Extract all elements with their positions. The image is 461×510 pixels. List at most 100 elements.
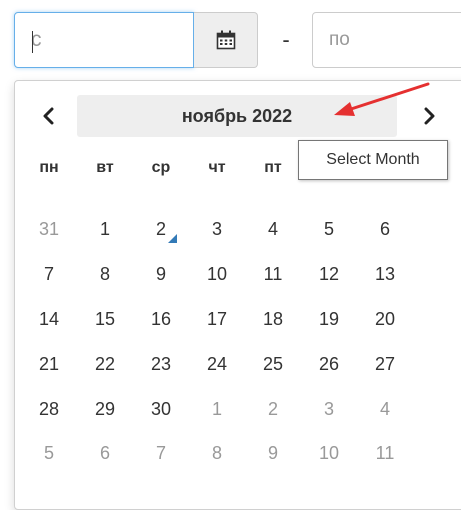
calendar-day[interactable]: 3 xyxy=(305,389,353,429)
calendar-day-label: 29 xyxy=(94,398,116,419)
calendar-day[interactable]: 4 xyxy=(361,389,409,429)
weekday-header: чт xyxy=(208,159,226,176)
calendar-day[interactable]: 18 xyxy=(249,299,297,339)
calendar-day[interactable]: 29 xyxy=(81,389,129,429)
calendar-day[interactable]: 10 xyxy=(305,433,353,473)
calendar-day[interactable]: 16 xyxy=(137,299,185,339)
weekday-header: ср xyxy=(151,159,171,176)
calendar-day[interactable]: 9 xyxy=(137,254,185,294)
calendar-day-label: 1 xyxy=(211,398,222,419)
calendar-day-label: 4 xyxy=(379,398,390,419)
calendar-day-label: 10 xyxy=(206,263,228,284)
calendar-day-label: 4 xyxy=(267,218,278,239)
calendar-day[interactable]: 26 xyxy=(305,344,353,384)
date-to-input[interactable] xyxy=(313,13,461,67)
calendar-day[interactable]: 25 xyxy=(249,344,297,384)
range-separator: - xyxy=(282,27,290,52)
calendar-day[interactable]: 6 xyxy=(81,433,129,473)
calendar-day-label: 19 xyxy=(318,308,340,329)
weekday-header: вт xyxy=(96,159,114,176)
calendar-day[interactable]: 21 xyxy=(25,344,73,384)
calendar-day-label: 5 xyxy=(43,442,54,463)
calendar-day[interactable]: 31 xyxy=(25,209,73,249)
calendar-day-label: 10 xyxy=(318,442,340,463)
calendar-day[interactable]: 13 xyxy=(361,254,409,294)
calendar-day-label: 28 xyxy=(38,398,60,419)
calendar-day[interactable]: 1 xyxy=(81,209,129,249)
calendar-day[interactable]: 23 xyxy=(137,344,185,384)
calendar-day[interactable]: 15 xyxy=(81,299,129,339)
calendar-day[interactable]: 10 xyxy=(193,254,241,294)
chevron-left-icon xyxy=(43,107,54,125)
calendar-day[interactable]: 28 xyxy=(25,389,73,429)
calendar-day-label: 13 xyxy=(374,263,396,284)
calendar-day[interactable]: 30 xyxy=(137,389,185,429)
calendar-day[interactable]: 8 xyxy=(81,254,129,294)
calendar-day[interactable]: 6 xyxy=(361,209,409,249)
calendar-day-label: 31 xyxy=(38,218,60,239)
calendar-day[interactable]: 20 xyxy=(361,299,409,339)
calendar-day-label: 9 xyxy=(155,263,166,284)
calendar-day[interactable]: 1 xyxy=(193,389,241,429)
calendar-day-label: 2 xyxy=(267,398,278,419)
calendar-day-label: 7 xyxy=(43,263,54,284)
calendar-day-label: 23 xyxy=(150,353,172,374)
select-month-tooltip: Select Month xyxy=(298,140,448,180)
calendar-day[interactable]: 7 xyxy=(137,433,185,473)
calendar-day[interactable]: 12 xyxy=(305,254,353,294)
prev-month-button[interactable] xyxy=(25,95,73,137)
calendar-day-label: 30 xyxy=(150,398,172,419)
calendar-day[interactable]: 2 xyxy=(249,389,297,429)
calendar-icon xyxy=(216,30,235,50)
chevron-right-icon xyxy=(424,107,435,125)
calendar-day-label: 11 xyxy=(263,263,283,284)
calendar-day-label: 8 xyxy=(211,442,222,463)
month-switch-button[interactable]: ноябрь 2022 xyxy=(77,95,397,137)
date-from-input[interactable] xyxy=(15,13,193,67)
calendar-day[interactable]: 9 xyxy=(249,433,297,473)
calendar-day[interactable]: 11 xyxy=(249,254,297,294)
date-to-field[interactable] xyxy=(312,12,461,68)
calendar-day-label: 11 xyxy=(375,442,395,463)
calendar-day-label: 22 xyxy=(94,353,116,374)
calendar-button[interactable] xyxy=(194,12,258,68)
calendar-day-label: 7 xyxy=(155,442,166,463)
calendar-day-label: 6 xyxy=(379,218,390,239)
calendar-day-label: 3 xyxy=(323,398,334,419)
calendar-day[interactable]: 24 xyxy=(193,344,241,384)
weekday-header: пт xyxy=(264,159,282,176)
calendar-day[interactable]: 19 xyxy=(305,299,353,339)
calendar-day-label: 18 xyxy=(262,308,284,329)
calendar-day[interactable]: 3 xyxy=(193,209,241,249)
calendar-day-label: 12 xyxy=(318,263,340,284)
calendar-day-label: 27 xyxy=(374,353,396,374)
calendar-day-label: 20 xyxy=(374,308,396,329)
calendar-day[interactable]: 2 xyxy=(137,209,185,249)
calendar-day[interactable]: 22 xyxy=(81,344,129,384)
calendar-day[interactable]: 17 xyxy=(193,299,241,339)
calendar-day-label: 5 xyxy=(323,218,334,239)
calendar-day-label: 3 xyxy=(211,218,222,239)
calendar-day-label: 1 xyxy=(99,218,110,239)
calendar-day-label: 25 xyxy=(262,353,284,374)
calendar-day-label: 9 xyxy=(267,442,278,463)
calendar-day[interactable]: 8 xyxy=(193,433,241,473)
calendar-day[interactable]: 27 xyxy=(361,344,409,384)
calendar-day[interactable]: 7 xyxy=(25,254,73,294)
calendar-day[interactable]: 14 xyxy=(25,299,73,339)
today-marker xyxy=(168,234,177,243)
calendar-day[interactable]: 4 xyxy=(249,209,297,249)
next-month-button[interactable] xyxy=(405,95,453,137)
weekday-header: пн xyxy=(39,159,59,176)
date-from-field[interactable] xyxy=(14,12,194,68)
calendar-day[interactable]: 11 xyxy=(361,433,409,473)
calendar-day[interactable]: 5 xyxy=(305,209,353,249)
calendar-day-label: 6 xyxy=(99,442,110,463)
calendar-day-label: 24 xyxy=(206,353,228,374)
calendar-day-label: 8 xyxy=(99,263,110,284)
calendar-day-label: 2 xyxy=(155,218,166,239)
calendar-day-label: 15 xyxy=(94,308,116,329)
calendar-day-label: 16 xyxy=(150,308,172,329)
calendar-day[interactable]: 5 xyxy=(25,433,73,473)
calendar-day-label: 17 xyxy=(206,308,228,329)
